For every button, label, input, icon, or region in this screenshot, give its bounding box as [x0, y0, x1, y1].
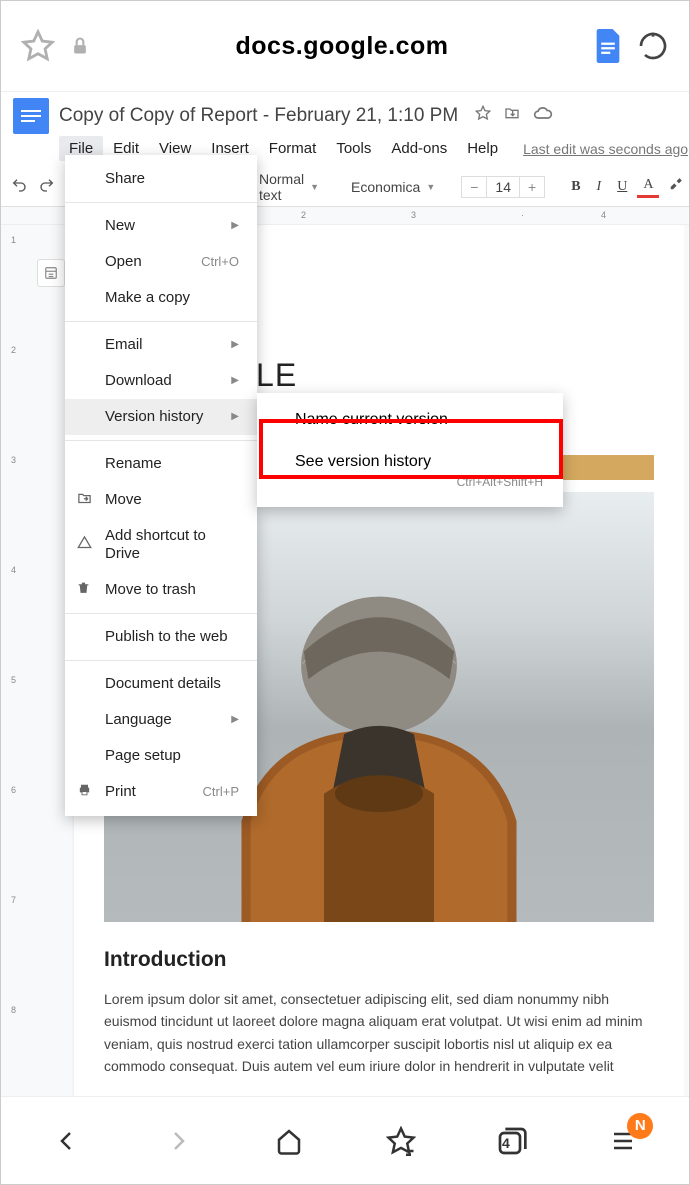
home-button[interactable]	[269, 1121, 309, 1161]
underline-button[interactable]: U	[611, 175, 633, 199]
browser-bottom-nav: 4 N	[1, 1096, 689, 1184]
version-history-submenu: Name current version See version history…	[257, 393, 563, 507]
browser-top-bar: docs.google.com	[1, 1, 689, 91]
text-color-button[interactable]: A	[637, 175, 659, 199]
menu-item-print[interactable]: PrintCtrl+P	[65, 774, 257, 810]
notification-badge: N	[627, 1113, 653, 1139]
last-edit-link[interactable]: Last edit was seconds ago	[523, 141, 688, 157]
document-outline-button[interactable]	[37, 259, 65, 287]
increase-size-button[interactable]: +	[520, 177, 544, 197]
menu-tools[interactable]: Tools	[326, 136, 381, 161]
undo-icon[interactable]	[11, 177, 27, 196]
font-size-stepper[interactable]: −14+	[461, 176, 545, 198]
menu-item-version-history[interactable]: Version history▶	[65, 399, 257, 435]
caret-down-icon: ▼	[310, 182, 319, 192]
chevron-right-icon: ▶	[231, 220, 239, 232]
browser-url[interactable]: docs.google.com	[105, 32, 579, 61]
submenu-name-current-version[interactable]: Name current version	[257, 399, 563, 441]
ruler-mark: 2	[301, 210, 306, 220]
font-size-value[interactable]: 14	[486, 177, 520, 197]
docs-app-icon[interactable]	[594, 29, 622, 63]
menu-item-publish-web[interactable]: Publish to the web	[65, 619, 257, 655]
menu-item-document-details[interactable]: Document details	[65, 666, 257, 702]
menu-item-move[interactable]: Move	[65, 482, 257, 518]
submenu-see-version-history[interactable]: See version history Ctrl+Alt+Shift+H	[257, 441, 563, 501]
font-label: Economica	[351, 179, 420, 195]
file-menu-dropdown: Share New▶ OpenCtrl+O Make a copy Email▶…	[65, 155, 257, 816]
menu-item-make-copy[interactable]: Make a copy	[65, 280, 257, 316]
ruler-mark: 4	[601, 210, 606, 220]
font-select[interactable]: Economica ▼	[345, 179, 441, 195]
redo-icon[interactable]	[39, 177, 55, 196]
tabs-count: 4	[502, 1135, 510, 1151]
menu-item-email[interactable]: Email▶	[65, 327, 257, 363]
menu-button[interactable]: N	[603, 1121, 643, 1161]
reload-icon[interactable]	[637, 30, 669, 62]
tabs-button[interactable]: 4	[492, 1121, 532, 1161]
menu-item-language[interactable]: Language▶	[65, 702, 257, 738]
menu-item-add-shortcut[interactable]: Add shortcut to Drive	[65, 518, 257, 572]
menu-item-new[interactable]: New▶	[65, 208, 257, 244]
menu-help[interactable]: Help	[457, 136, 508, 161]
bookmark-star-icon[interactable]	[21, 29, 55, 63]
bold-button[interactable]: B	[565, 175, 586, 199]
menu-item-open[interactable]: OpenCtrl+O	[65, 244, 257, 280]
chevron-right-icon: ▶	[231, 411, 239, 423]
bookmarks-button[interactable]	[381, 1121, 421, 1161]
forward-button[interactable]	[158, 1121, 198, 1161]
menu-item-share[interactable]: Share	[65, 161, 257, 197]
intro-heading: Introduction	[104, 948, 654, 972]
folder-move-icon	[77, 491, 92, 509]
chevron-right-icon: ▶	[231, 714, 239, 726]
star-outline-icon[interactable]	[475, 105, 491, 126]
lock-icon	[70, 34, 90, 58]
ruler-mark: 3	[411, 210, 416, 220]
paragraph-style-select[interactable]: Normal text ▼	[253, 171, 325, 203]
print-icon	[77, 783, 92, 802]
menu-addons[interactable]: Add-ons	[381, 136, 457, 161]
menu-format[interactable]: Format	[259, 136, 327, 161]
decrease-size-button[interactable]: −	[462, 177, 486, 197]
intro-paragraph: Lorem ipsum dolor sit amet, consectetuer…	[104, 988, 654, 1078]
chevron-right-icon: ▶	[231, 339, 239, 351]
move-folder-icon[interactable]	[503, 105, 521, 126]
paragraph-style-label: Normal text	[259, 171, 304, 203]
caret-down-icon: ▼	[426, 182, 435, 192]
chevron-right-icon: ▶	[231, 375, 239, 387]
drive-shortcut-icon	[77, 535, 92, 555]
menu-item-download[interactable]: Download▶	[65, 363, 257, 399]
menu-item-move-trash[interactable]: Move to trash	[65, 572, 257, 608]
cloud-icon[interactable]	[533, 106, 553, 125]
docs-logo-icon[interactable]	[13, 98, 49, 134]
trash-icon	[77, 580, 90, 600]
document-title[interactable]: Copy of Copy of Report - February 21, 1:…	[59, 105, 458, 126]
italic-button[interactable]: I	[591, 175, 608, 199]
menu-item-page-setup[interactable]: Page setup	[65, 738, 257, 774]
back-button[interactable]	[47, 1121, 87, 1161]
menu-item-rename[interactable]: Rename	[65, 446, 257, 482]
highlight-button[interactable]	[663, 173, 689, 200]
docs-header: Copy of Copy of Report - February 21, 1:…	[1, 91, 689, 134]
